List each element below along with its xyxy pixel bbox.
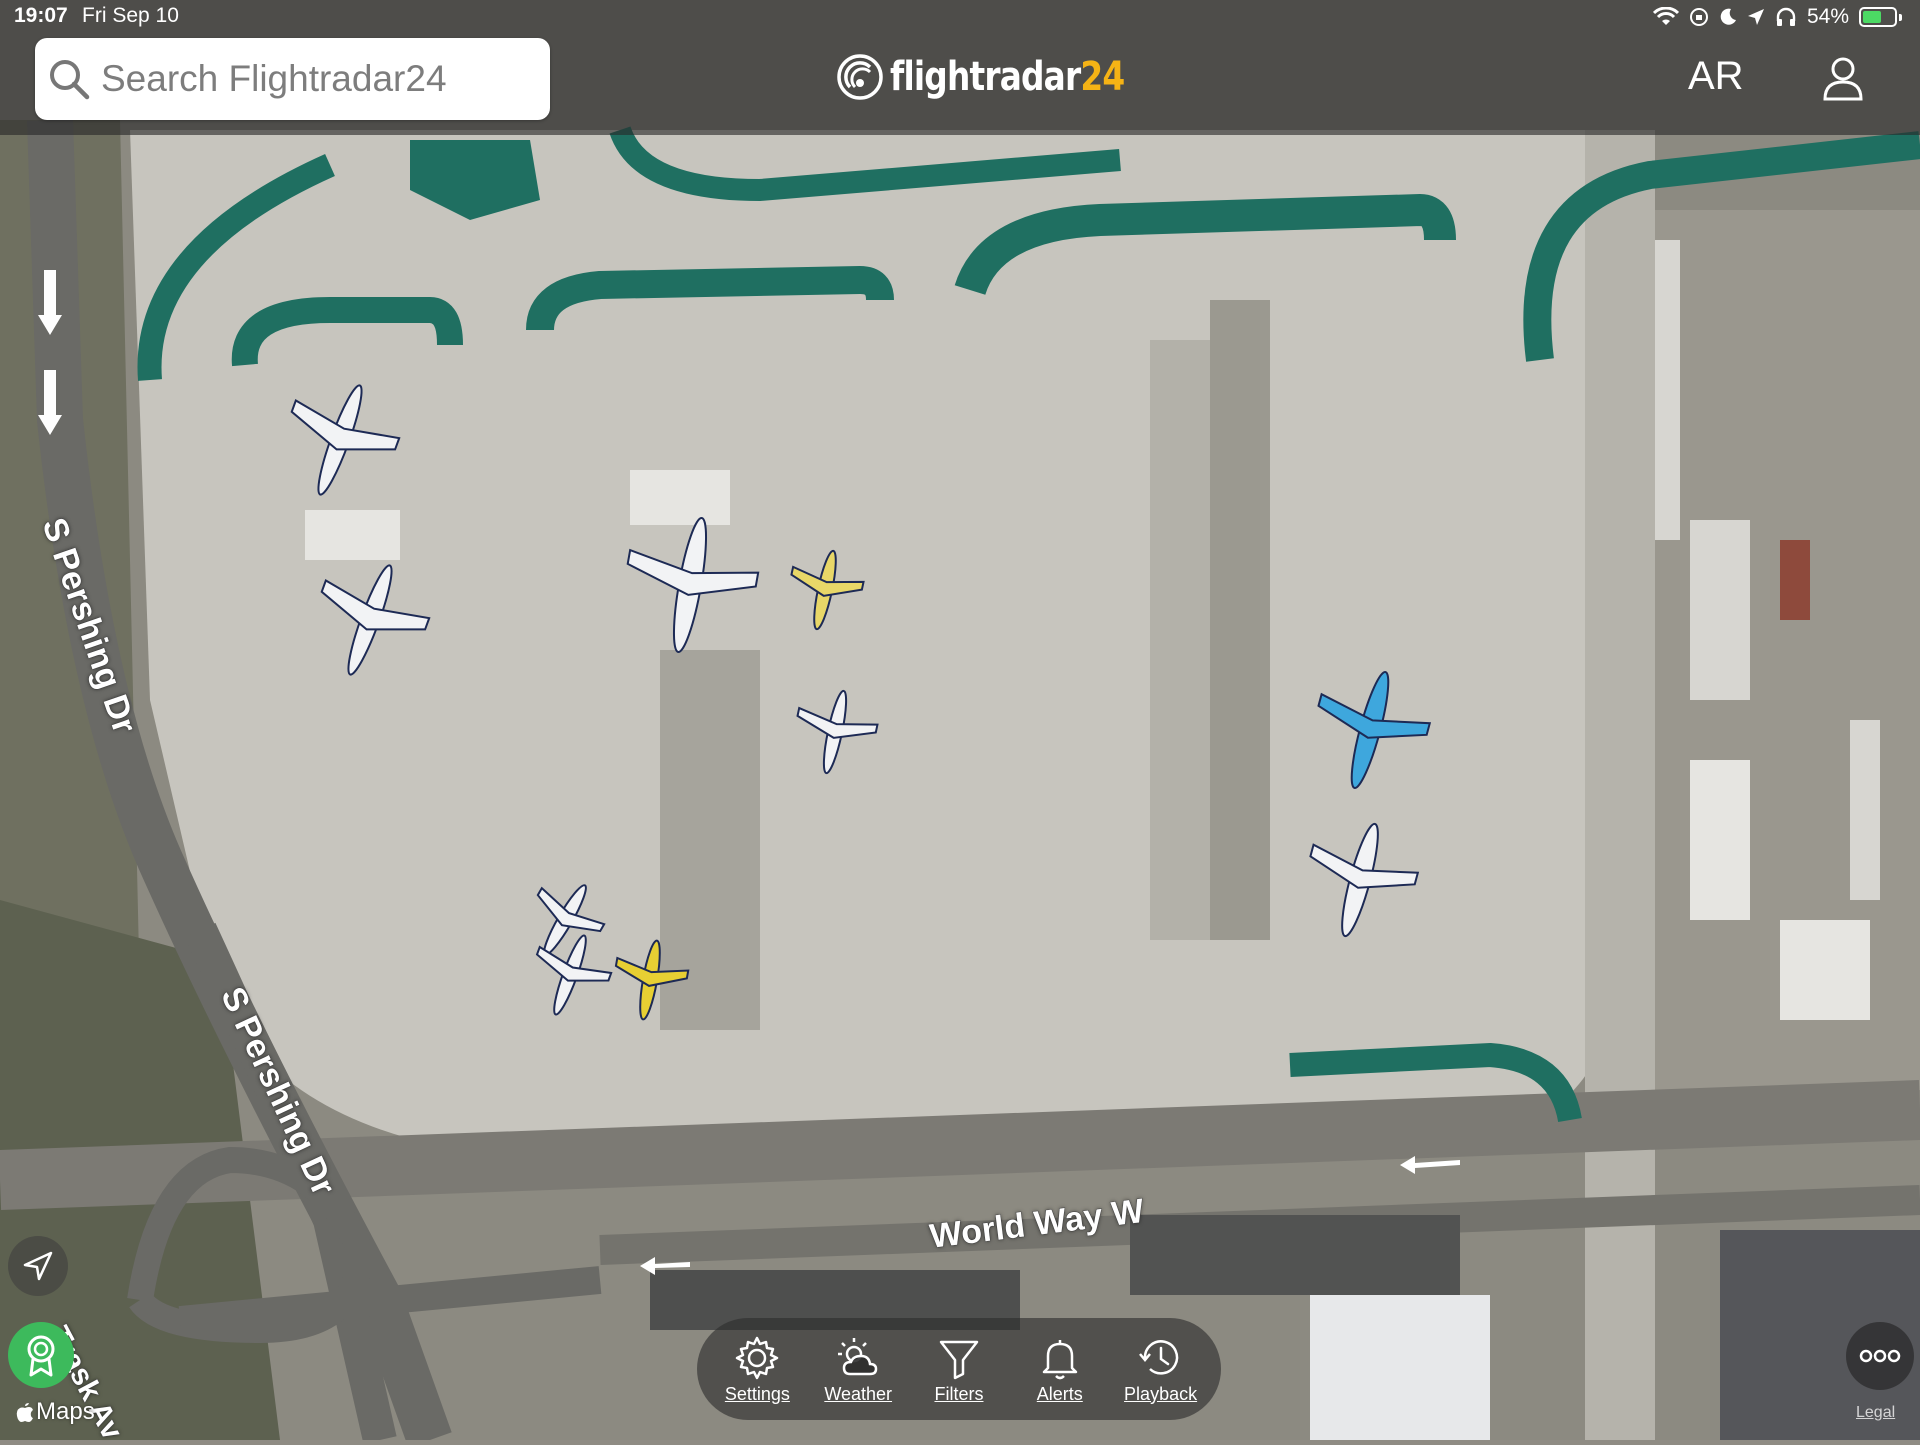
award-ribbon-icon [27,1335,55,1377]
bell-icon [1042,1339,1078,1379]
location-arrow-icon [23,1251,53,1281]
search-bar[interactable] [35,38,550,120]
user-icon[interactable] [1820,55,1866,101]
gear-icon [736,1336,779,1379]
alerts-label: Alerts [1036,1383,1083,1404]
location-icon [1747,9,1764,25]
weather-label: Weather [824,1383,893,1404]
status-time: 19:07 [14,4,68,27]
more-dots-icon [1859,1349,1901,1363]
playback-button[interactable]: Playback [1115,1334,1207,1405]
maps-label: Maps [36,1398,95,1425]
filters-label: Filters [934,1383,984,1404]
filters-button[interactable]: Filters [913,1334,1005,1405]
search-input[interactable] [99,57,523,101]
search-icon [50,60,90,100]
radar-logo-icon [837,54,883,100]
status-date: Fri Sep 10 [82,4,179,27]
legal-link[interactable]: Legal [1856,1404,1895,1422]
wifi-icon [1652,7,1679,25]
bottom-toolbar: Settings Weather Filters Alerts Playback [697,1318,1221,1420]
compass-button[interactable] [8,1236,68,1296]
settings-button[interactable]: Settings [711,1334,803,1405]
status-icons: 54% [1652,3,1902,31]
battery-icon [1859,7,1902,27]
weather-icon [838,1337,878,1375]
weather-button[interactable]: Weather [812,1334,904,1405]
history-icon [1138,1339,1178,1375]
filter-icon [939,1340,979,1379]
settings-label: Settings [724,1383,790,1404]
apple-logo-icon [16,1403,33,1422]
badge-button[interactable] [8,1322,74,1388]
moon-icon [1720,8,1736,25]
screen-lock-icon [1689,8,1708,26]
apple-maps-attribution: Maps [16,1398,95,1426]
flightradar24-logo: flightradar24 [836,50,1176,104]
logo-wordmark: flightradar [890,54,1081,100]
battery-percent: 54% [1806,5,1849,28]
alerts-button[interactable]: Alerts [1014,1334,1106,1405]
headphones-icon [1776,7,1796,26]
top-bar: 19:07 Fri Sep 10 54% flightradar24 AR [0,0,1920,135]
ar-button[interactable]: AR [1688,54,1744,99]
playback-label: Playback [1124,1383,1198,1404]
more-options-button[interactable] [1846,1322,1914,1390]
logo-number: 24 [1080,54,1125,100]
